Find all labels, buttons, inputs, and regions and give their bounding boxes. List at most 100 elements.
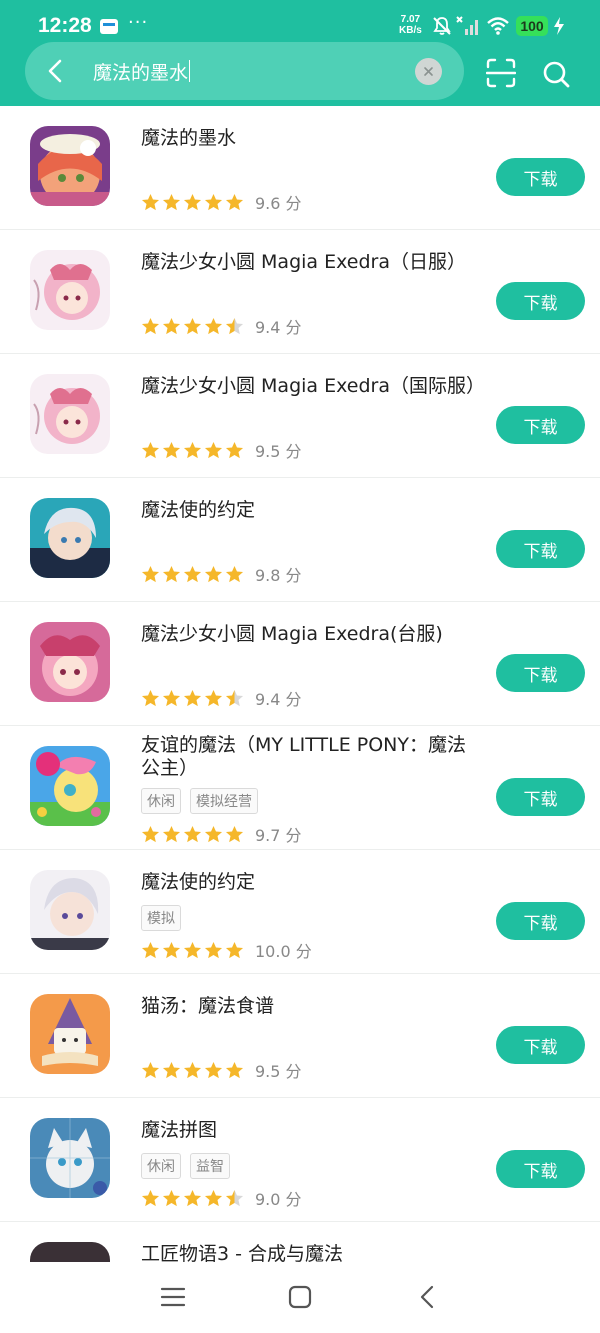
star-full-icon <box>225 441 244 458</box>
tag-list: 休闲 模拟经营 <box>141 788 258 814</box>
download-button[interactable]: 下载 <box>496 1026 585 1064</box>
app-title[interactable]: 工匠物语3 - 合成与魔法 <box>141 1243 476 1262</box>
star-full-icon <box>225 565 244 582</box>
star-full-icon <box>162 941 181 958</box>
menu-icon[interactable] <box>158 1282 188 1312</box>
mute-bell-icon <box>433 17 451 35</box>
charging-icon <box>554 17 564 35</box>
rating-score: 10.0 分 <box>255 938 312 962</box>
rating-unit: 分 <box>285 194 302 213</box>
star-full-icon <box>162 565 181 582</box>
more-dots-icon: ··· <box>128 12 149 33</box>
download-button[interactable]: 下载 <box>496 778 585 816</box>
app-title[interactable]: 魔法的墨水 <box>141 127 476 150</box>
app-icon-promise-of-wizard[interactable] <box>30 498 110 578</box>
app-rating: 9.5 分 <box>141 1058 302 1082</box>
app-title[interactable]: 魔法使的约定 <box>141 871 476 894</box>
star-full-icon <box>204 441 223 458</box>
rating-score: 9.5 分 <box>255 1058 302 1082</box>
search-icon[interactable] <box>542 60 570 88</box>
star-half-icon <box>225 1189 244 1206</box>
result-item[interactable]: 魔法少女小圆 Magia Exedra(台服) 9.4 分 下载 <box>0 602 600 726</box>
result-item[interactable]: 魔法使的约定 9.8 分 下载 <box>0 478 600 602</box>
search-results-list[interactable]: 魔法的墨水 9.6 分 下载 魔法少女小圆 Magia Exedra（日服） 9… <box>0 106 600 1262</box>
app-icon-madoka-global[interactable] <box>30 374 110 454</box>
tag: 休闲 <box>141 788 181 814</box>
app-title[interactable]: 猫汤：魔法食谱 <box>141 995 476 1018</box>
star-full-icon <box>225 193 244 210</box>
search-bar[interactable]: 魔法的墨水 <box>25 42 464 100</box>
star-full-icon <box>183 1061 202 1078</box>
download-button[interactable]: 下载 <box>496 530 585 568</box>
tag-list: 模拟 <box>141 905 181 931</box>
star-full-icon <box>141 193 160 210</box>
star-full-icon <box>183 941 202 958</box>
star-full-icon <box>225 941 244 958</box>
download-button[interactable]: 下载 <box>496 1150 585 1188</box>
star-full-icon <box>141 317 160 334</box>
app-rating: 9.7 分 <box>141 822 302 846</box>
app-icon-madoka-jp[interactable] <box>30 250 110 330</box>
system-nav-bar <box>0 1262 600 1333</box>
home-icon[interactable] <box>285 1282 315 1312</box>
clear-x-icon[interactable] <box>415 58 442 85</box>
app-icon-craftsman-story-3[interactable] <box>30 1242 110 1262</box>
app-title[interactable]: 魔法少女小圆 Magia Exedra（国际服） <box>141 375 485 398</box>
battery-icon: 100 <box>516 16 548 36</box>
star-rating <box>141 689 244 708</box>
app-title[interactable]: 魔法拼图 <box>141 1119 476 1142</box>
rating-unit: 分 <box>285 1190 302 1209</box>
result-item[interactable]: 友谊的魔法（MY LITTLE PONY：魔法公主） 休闲 模拟经营 9.7 分… <box>0 726 600 850</box>
star-full-icon <box>162 825 181 842</box>
app-icon-magic-ink[interactable] <box>30 126 110 206</box>
star-rating <box>141 441 244 460</box>
result-item[interactable]: 猫汤：魔法食谱 9.5 分 下载 <box>0 974 600 1098</box>
download-button[interactable]: 下载 <box>496 654 585 692</box>
app-rating: 9.4 分 <box>141 314 302 338</box>
rating-unit: 分 <box>285 442 302 461</box>
star-full-icon <box>183 825 202 842</box>
star-full-icon <box>183 317 202 334</box>
app-title[interactable]: 魔法使的约定 <box>141 499 476 522</box>
star-full-icon <box>183 565 202 582</box>
star-full-icon <box>204 689 223 706</box>
calendar-app-icon <box>100 19 118 34</box>
app-icon-madoka-tw[interactable] <box>30 622 110 702</box>
result-item[interactable]: 魔法使的约定 模拟 10.0 分 下载 <box>0 850 600 974</box>
app-title[interactable]: 魔法少女小圆 Magia Exedra（日服） <box>141 251 476 274</box>
result-item[interactable]: 魔法少女小圆 Magia Exedra（日服） 9.4 分 下载 <box>0 230 600 354</box>
chevron-left-icon[interactable] <box>41 56 71 86</box>
result-item[interactable]: 工匠物语3 - 合成与魔法 <box>0 1222 600 1262</box>
download-button[interactable]: 下载 <box>496 902 585 940</box>
rating-unit: 分 <box>285 826 302 845</box>
search-input[interactable]: 魔法的墨水 <box>93 58 191 85</box>
rating-score: 9.6 分 <box>255 190 302 214</box>
back-icon[interactable] <box>413 1282 443 1312</box>
star-full-icon <box>162 193 181 210</box>
star-rating <box>141 1061 244 1080</box>
download-button[interactable]: 下载 <box>496 282 585 320</box>
star-rating <box>141 1189 244 1208</box>
star-full-icon <box>141 825 160 842</box>
app-icon-magic-jigsaw[interactable] <box>30 1118 110 1198</box>
result-item[interactable]: 魔法少女小圆 Magia Exedra（国际服） 9.5 分 下载 <box>0 354 600 478</box>
star-full-icon <box>204 193 223 210</box>
result-item[interactable]: 魔法拼图 休闲 益智 9.0 分 下载 <box>0 1098 600 1222</box>
scan-icon[interactable] <box>486 58 516 88</box>
star-full-icon <box>162 689 181 706</box>
download-button[interactable]: 下载 <box>496 158 585 196</box>
star-rating <box>141 565 244 584</box>
app-icon-promise-of-wizard-2[interactable] <box>30 870 110 950</box>
result-item[interactable]: 魔法的墨水 9.6 分 下载 <box>0 106 600 230</box>
tag: 休闲 <box>141 1153 181 1179</box>
star-full-icon <box>204 317 223 334</box>
rating-score-value: 9.0 <box>255 1190 281 1209</box>
download-button[interactable]: 下载 <box>496 406 585 444</box>
app-title[interactable]: 魔法少女小圆 Magia Exedra(台服) <box>141 623 476 646</box>
tag: 模拟经营 <box>190 788 258 814</box>
app-title[interactable]: 友谊的魔法（MY LITTLE PONY：魔法公主） <box>141 734 476 780</box>
app-icon-my-little-pony[interactable] <box>30 746 110 826</box>
star-full-icon <box>204 1189 223 1206</box>
app-icon-cat-soup[interactable] <box>30 994 110 1074</box>
star-full-icon <box>141 941 160 958</box>
